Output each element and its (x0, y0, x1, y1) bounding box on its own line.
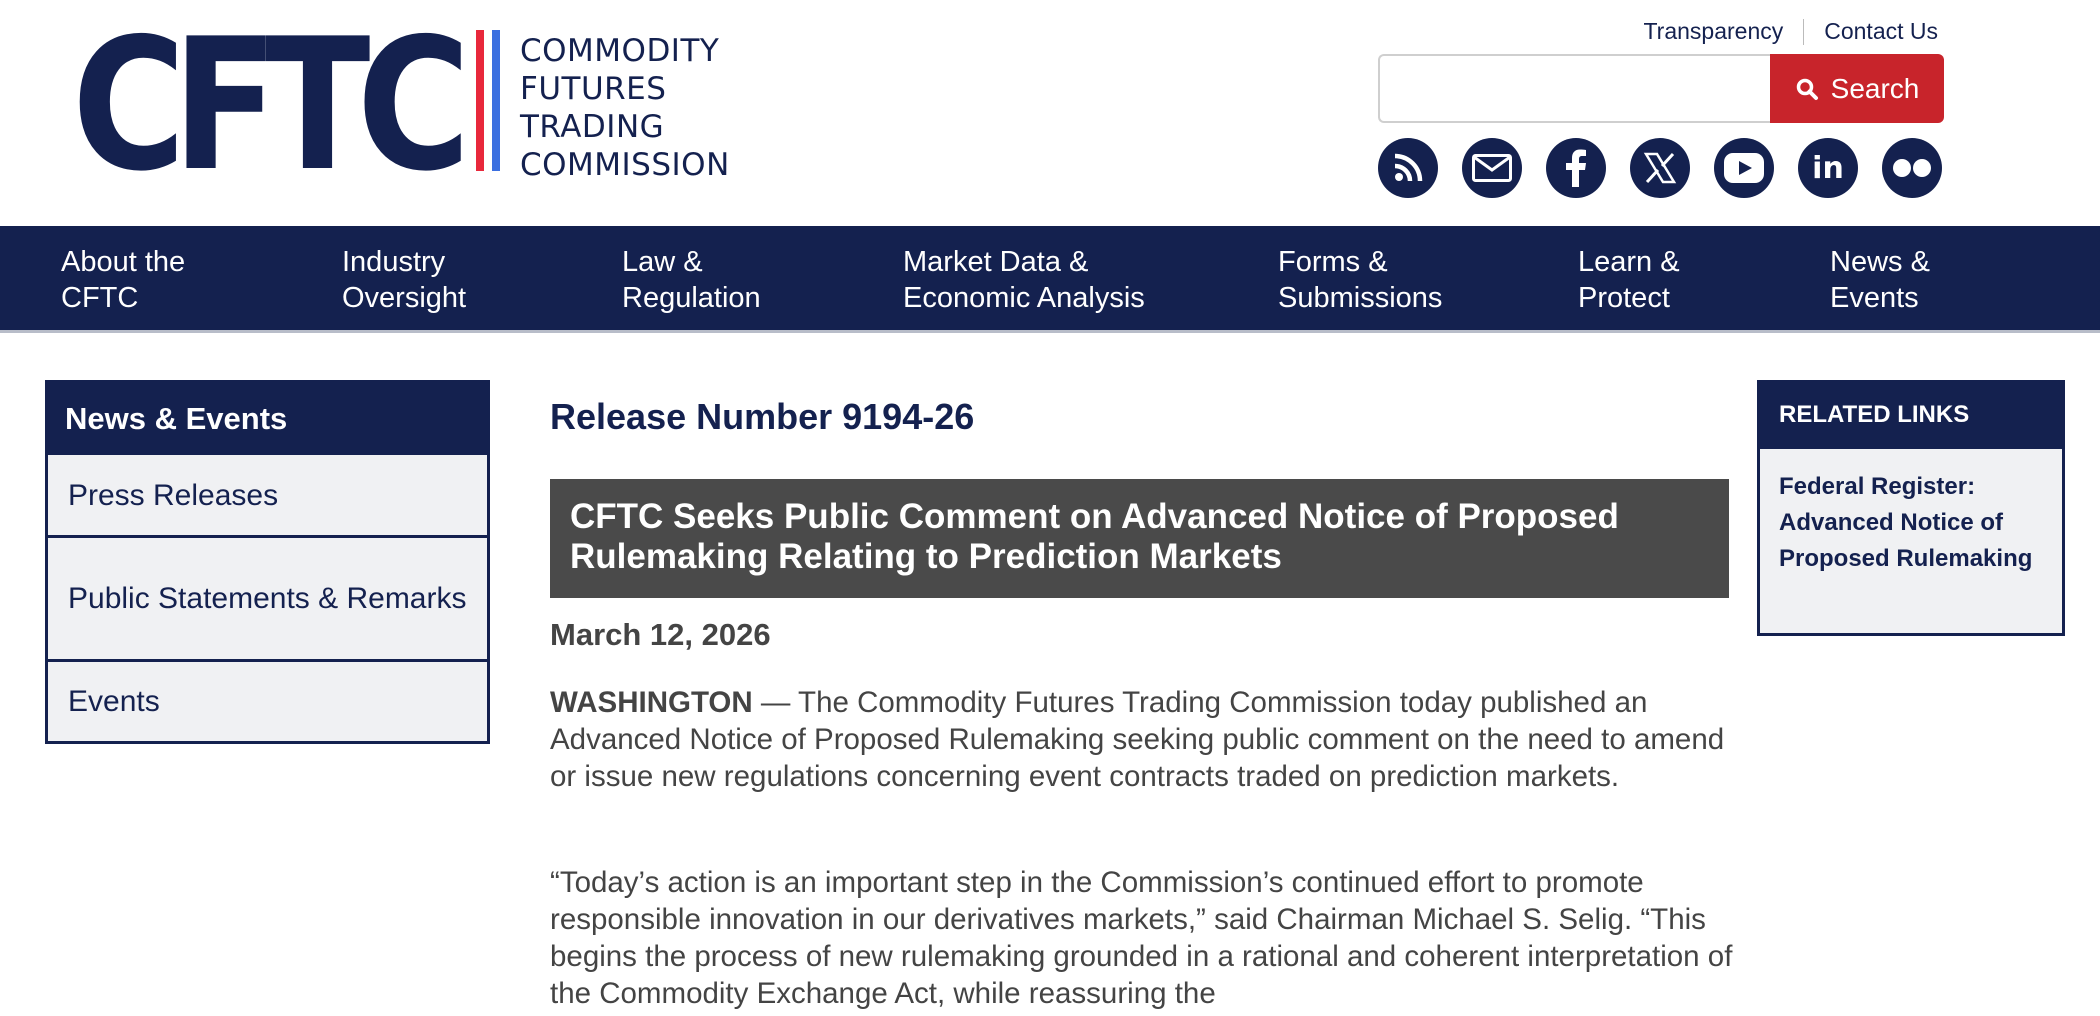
search-button[interactable]: Search (1770, 54, 1944, 123)
nav-item-label: Events (1830, 282, 1919, 314)
transparency-link[interactable]: Transparency (1643, 18, 1783, 45)
utility-links: Transparency Contact Us (1643, 18, 1938, 45)
logo-word: FUTURES (520, 71, 667, 107)
page-title: CFTC Seeks Public Comment on Advanced No… (550, 479, 1729, 598)
linkedin-icon[interactable]: in (1798, 138, 1858, 198)
nav-item-news-events[interactable]: News & Events (1830, 244, 1930, 316)
search-input[interactable] (1378, 54, 1770, 123)
facebook-icon[interactable] (1546, 138, 1606, 198)
nav-item-label: CFTC (61, 282, 139, 314)
nav-item-label: Industry (342, 246, 446, 278)
logo-word: COMMISSION (520, 147, 730, 183)
sidebar-item-press-releases[interactable]: Press Releases (48, 455, 487, 535)
nav-item-law-regulation[interactable]: Law & Regulation (622, 244, 761, 316)
federal-register-link[interactable]: Federal Register: Advanced Notice of Pro… (1760, 449, 2062, 597)
cftc-logo-mark: CFTC (72, 28, 500, 178)
flickr-icon[interactable] (1882, 138, 1942, 198)
main-nav: About the CFTC Industry Oversight Law & … (0, 226, 2100, 333)
release-number: Release Number 9194-26 (550, 396, 975, 437)
nav-item-label: News & (1830, 246, 1930, 278)
logo-word: COMMODITY (520, 33, 720, 69)
nav-item-forms-submissions[interactable]: Forms & Submissions (1278, 244, 1442, 316)
rss-icon[interactable] (1378, 138, 1438, 198)
email-icon[interactable] (1462, 138, 1522, 198)
contact-us-link[interactable]: Contact Us (1824, 18, 1938, 45)
nav-item-label: Market Data & (903, 246, 1089, 278)
nav-item-label: Oversight (342, 282, 467, 314)
svg-text:CFTC: CFTC (72, 28, 461, 178)
nav-item-label: Regulation (622, 282, 761, 314)
dateline: WASHINGTON (550, 686, 753, 719)
nav-item-label: Forms & (1278, 246, 1388, 278)
youtube-icon[interactable] (1714, 138, 1774, 198)
related-links-heading: RELATED LINKS (1760, 383, 2062, 449)
nav-item-learn-protect[interactable]: Learn & Protect (1578, 244, 1680, 316)
nav-item-market-data[interactable]: Market Data & Economic Analysis (903, 244, 1145, 316)
logo-word: TRADING (520, 109, 665, 145)
site-header: CFTC COMMODITY FUTURES TRADING COMMISSIO… (0, 0, 2100, 226)
logo-wordmark: COMMODITY FUTURES TRADING COMMISSION (520, 32, 730, 184)
nav-item-label: Law & (622, 246, 703, 278)
nav-item-label: Submissions (1278, 282, 1443, 314)
related-links: RELATED LINKS Federal Register: Advanced… (1757, 380, 2065, 636)
release-date: March 12, 2026 (550, 617, 771, 652)
search-icon (1796, 78, 1818, 100)
nav-item-label: Economic Analysis (903, 282, 1145, 314)
sidebar-item-public-statements[interactable]: Public Statements & Remarks (48, 535, 487, 659)
utility-divider (1803, 18, 1805, 45)
search-button-label: Search (1830, 72, 1920, 104)
sidebar-item-events[interactable]: Events (48, 659, 487, 741)
section-sidebar: News & Events Press Releases Public Stat… (45, 380, 490, 744)
cftc-logo[interactable]: CFTC COMMODITY FUTURES TRADING COMMISSIO… (72, 28, 732, 183)
search-form: Search (1378, 54, 1944, 123)
x-twitter-icon[interactable] (1630, 138, 1690, 198)
social-links: in (1378, 138, 1942, 198)
nav-item-label: Learn & (1578, 246, 1680, 278)
sidebar-item-label: Events (68, 685, 160, 718)
sidebar-item-label: Public Statements & Remarks (68, 582, 467, 615)
sidebar-item-label: Press Releases (68, 478, 279, 512)
nav-item-industry-oversight[interactable]: Industry Oversight (342, 244, 466, 316)
nav-item-label: About the (61, 246, 186, 278)
article-paragraph: “Today’s action is an important step in … (550, 866, 1733, 1010)
sidebar-heading: News & Events (48, 383, 487, 455)
nav-item-about[interactable]: About the CFTC (61, 244, 185, 316)
article-paragraph: WASHINGTON — The Commodity Futures Tradi… (550, 684, 1740, 795)
nav-item-label: Protect (1578, 282, 1670, 314)
